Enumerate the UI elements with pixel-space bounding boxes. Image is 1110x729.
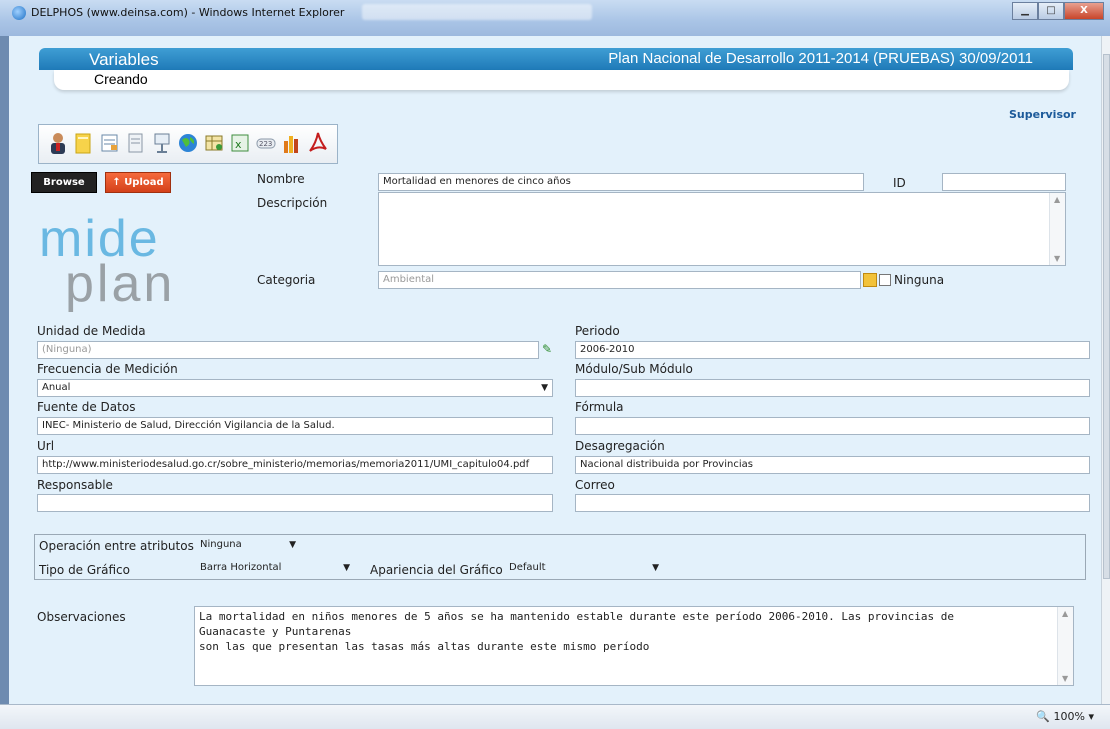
- observaciones-scrollbar[interactable]: ▲ ▼: [1057, 607, 1073, 685]
- formula-label: Fórmula: [575, 400, 624, 414]
- scroll-down-icon[interactable]: ▼: [1054, 254, 1060, 263]
- operacion-label: Operación entre atributos: [39, 539, 194, 553]
- modulo-label: Módulo/Sub Módulo: [575, 362, 693, 376]
- responsable-input[interactable]: [37, 494, 553, 512]
- ninguna-checkbox[interactable]: [879, 274, 891, 286]
- operacion-selected-value: Ninguna: [200, 539, 242, 550]
- minimize-button[interactable]: ▁: [1012, 2, 1038, 20]
- frecuencia-label: Frecuencia de Medición: [37, 362, 178, 376]
- page-scrollbar[interactable]: [1101, 36, 1110, 704]
- modulo-input[interactable]: [575, 379, 1090, 397]
- responsable-label: Responsable: [37, 478, 113, 492]
- chevron-down-icon: ▼: [541, 383, 548, 393]
- observaciones-label: Observaciones: [37, 610, 126, 624]
- categoria-input[interactable]: Ambiental: [378, 271, 861, 289]
- observaciones-text: La mortalidad en niños menores de 5 años…: [199, 610, 954, 653]
- url-input[interactable]: http://www.ministeriodesalud.go.cr/sobre…: [37, 456, 553, 474]
- maximize-button[interactable]: □: [1038, 2, 1064, 20]
- chevron-down-icon: ▼: [652, 563, 659, 573]
- fuente-input[interactable]: INEC- Ministerio de Salud, Dirección Vig…: [37, 417, 553, 435]
- folder-icon[interactable]: [73, 129, 95, 157]
- operacion-select[interactable]: Ninguna ▼: [195, 536, 301, 554]
- scroll-down-icon[interactable]: ▼: [1062, 674, 1068, 683]
- mode-label: Creando: [94, 71, 148, 87]
- edit-form-icon[interactable]: [99, 129, 121, 157]
- page-scrollbar-thumb[interactable]: [1103, 54, 1110, 579]
- frecuencia-selected-value: Anual: [42, 382, 71, 393]
- upload-button[interactable]: ↑ Upload: [105, 172, 171, 193]
- zoom-icon: 🔍: [1036, 710, 1051, 723]
- header-banner: Variables Plan Nacional de Desarrollo 20…: [39, 48, 1073, 70]
- fuente-label: Fuente de Datos: [37, 400, 136, 414]
- periodo-input[interactable]: 2006-2010: [575, 341, 1090, 359]
- table-icon[interactable]: [203, 129, 225, 157]
- periodo-label: Periodo: [575, 324, 620, 338]
- page-content: Variables Plan Nacional de Desarrollo 20…: [9, 36, 1101, 704]
- nombre-input[interactable]: Mortalidad en menores de cinco años: [378, 173, 864, 191]
- svg-text:223: 223: [259, 140, 272, 148]
- svg-text:x: x: [235, 138, 242, 151]
- url-label: Url: [37, 439, 55, 453]
- pdf-icon[interactable]: [307, 129, 329, 157]
- edit-pencil-icon[interactable]: ✎: [540, 342, 554, 356]
- apariencia-label: Apariencia del Gráfico: [370, 563, 503, 577]
- bar-chart-icon[interactable]: [281, 129, 303, 157]
- desagregacion-input[interactable]: Nacional distribuida por Provincias: [575, 456, 1090, 474]
- background-window-tab: [362, 4, 592, 20]
- zoom-level: 100%: [1053, 710, 1085, 723]
- plan-title: Plan Nacional de Desarrollo 2011-2014 (P…: [608, 50, 1033, 67]
- correo-label: Correo: [575, 478, 615, 492]
- zoom-control[interactable]: 🔍 100% ▾: [1036, 710, 1094, 723]
- desagregacion-label: Desagregación: [575, 439, 665, 453]
- descripcion-scrollbar[interactable]: ▲ ▼: [1049, 193, 1065, 265]
- frecuencia-select[interactable]: Anual ▼: [37, 379, 553, 397]
- unidad-label: Unidad de Medida: [37, 324, 146, 338]
- tipo-grafico-selected-value: Barra Horizontal: [200, 562, 282, 573]
- window-title: DELPHOS (www.deinsa.com) - Windows Inter…: [31, 6, 345, 19]
- categoria-label: Categoria: [257, 273, 316, 287]
- user-role: Supervisor: [1009, 108, 1076, 121]
- page-title: Variables: [89, 50, 159, 69]
- formula-input[interactable]: [575, 417, 1090, 435]
- descripcion-textarea[interactable]: ▲ ▼: [378, 192, 1066, 266]
- excel-icon[interactable]: x: [229, 129, 251, 157]
- chevron-down-icon: ▾: [1088, 710, 1094, 723]
- presentation-icon[interactable]: [151, 129, 173, 157]
- sub-banner: Creando: [54, 70, 1069, 90]
- id-input[interactable]: [942, 173, 1066, 191]
- close-button[interactable]: X: [1064, 2, 1104, 20]
- ninguna-label: Ninguna: [894, 273, 945, 287]
- upload-button-label: Upload: [124, 177, 164, 188]
- toolbar: x 223: [38, 124, 338, 164]
- nombre-label: Nombre: [257, 172, 305, 186]
- id-label: ID: [893, 176, 906, 190]
- observaciones-textarea[interactable]: La mortalidad en niños menores de 5 años…: [194, 606, 1074, 686]
- scroll-up-icon[interactable]: ▲: [1062, 609, 1068, 618]
- globe-icon[interactable]: [177, 129, 199, 157]
- internet-explorer-icon: [12, 6, 26, 20]
- chevron-down-icon: ▼: [289, 540, 296, 550]
- browse-button[interactable]: Browse: [31, 172, 97, 193]
- categoria-picker-icon[interactable]: [863, 273, 877, 287]
- status-bar: 🔍 100% ▾: [0, 704, 1110, 729]
- chevron-down-icon: ▼: [343, 563, 350, 573]
- document-icon[interactable]: [125, 129, 147, 157]
- user-icon[interactable]: [47, 129, 69, 157]
- correo-input[interactable]: [575, 494, 1090, 512]
- descripcion-label: Descripción: [257, 196, 328, 210]
- unidad-input[interactable]: (Ninguna): [37, 341, 539, 359]
- link-icon[interactable]: 223: [255, 129, 277, 157]
- tipo-grafico-label: Tipo de Gráfico: [39, 563, 130, 577]
- apariencia-select[interactable]: Default ▼: [504, 559, 664, 577]
- logo-line-2: plan: [65, 255, 176, 313]
- window-controls: ▁ □ X: [1012, 2, 1104, 20]
- window-titlebar: DELPHOS (www.deinsa.com) - Windows Inter…: [0, 0, 1110, 36]
- tipo-grafico-select[interactable]: Barra Horizontal ▼: [195, 559, 355, 577]
- scroll-up-icon[interactable]: ▲: [1054, 195, 1060, 204]
- apariencia-selected-value: Default: [509, 562, 546, 573]
- mideplan-logo: mide plan: [39, 210, 239, 313]
